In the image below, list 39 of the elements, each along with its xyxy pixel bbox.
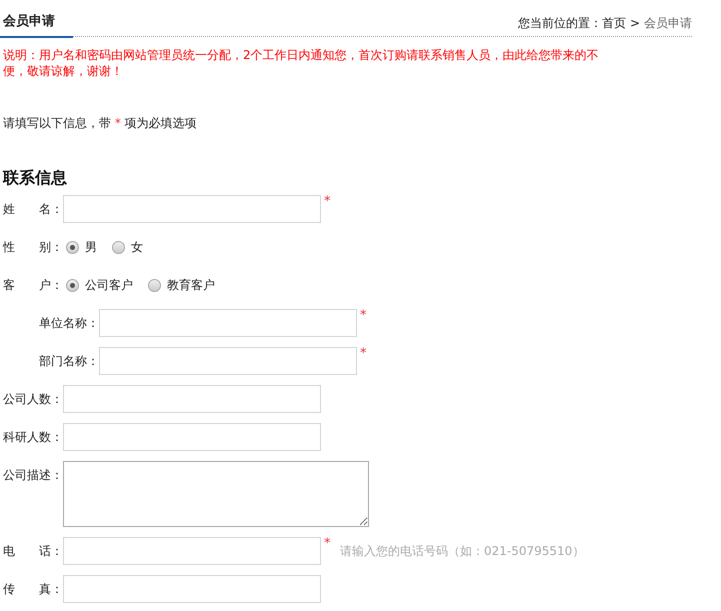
page-title: 会员申请 xyxy=(0,12,73,38)
breadcrumb-link[interactable]: 首页 xyxy=(602,16,626,30)
field-label: 科研人数： xyxy=(3,429,63,446)
field-label: 电 话： xyxy=(3,543,63,560)
breadcrumb-label: 您当前位的置： xyxy=(518,16,602,30)
required-mark: * xyxy=(324,195,332,209)
field-label: 姓 名： xyxy=(3,201,63,218)
instruction-text: 请填写以下信息，带 * 项为必填选项 xyxy=(2,115,198,132)
input-field[interactable] xyxy=(63,195,321,223)
breadcrumb-current: 会员申请 xyxy=(644,16,692,30)
section-title: 联系信息 xyxy=(3,168,68,189)
field-hint: 请输入您的电话号码（如：021-50795510） xyxy=(340,543,584,560)
input-field[interactable] xyxy=(63,575,321,603)
field-label: 单位名称： xyxy=(39,315,99,332)
radio-button[interactable] xyxy=(148,278,161,292)
option-label[interactable]: 男 xyxy=(85,238,97,256)
radio-button[interactable] xyxy=(66,278,79,292)
required-mark: * xyxy=(360,347,368,361)
field-label: 客 户： xyxy=(3,277,63,294)
field-label: 性 别： xyxy=(3,239,63,256)
input-field[interactable] xyxy=(63,423,321,451)
radio-button[interactable] xyxy=(112,240,125,254)
option-label[interactable]: 女 xyxy=(131,238,143,256)
required-mark: * xyxy=(360,309,368,323)
input-field[interactable] xyxy=(99,309,357,337)
field-label: 部门名称： xyxy=(39,353,99,370)
required-mark: * xyxy=(324,537,332,551)
text-area[interactable] xyxy=(63,461,369,527)
input-field[interactable] xyxy=(99,347,357,375)
option-label[interactable]: 教育客户 xyxy=(167,276,215,294)
field-label: 传 真： xyxy=(3,581,63,598)
field-label: 公司描述： xyxy=(3,467,63,484)
input-field[interactable] xyxy=(63,537,321,565)
notice-text: 说明：用户名和密码由网站管理员统一分配，2个工作日内通知您，首次订购请联系销售人员，由此给您带来的不便，敬请谅解，谢谢！ xyxy=(2,47,600,79)
option-label[interactable]: 公司客户 xyxy=(85,276,133,294)
radio-button[interactable] xyxy=(66,240,79,254)
input-field[interactable] xyxy=(63,385,321,413)
field-label: 公司人数： xyxy=(3,391,63,408)
breadcrumb-separator: > xyxy=(630,16,640,30)
